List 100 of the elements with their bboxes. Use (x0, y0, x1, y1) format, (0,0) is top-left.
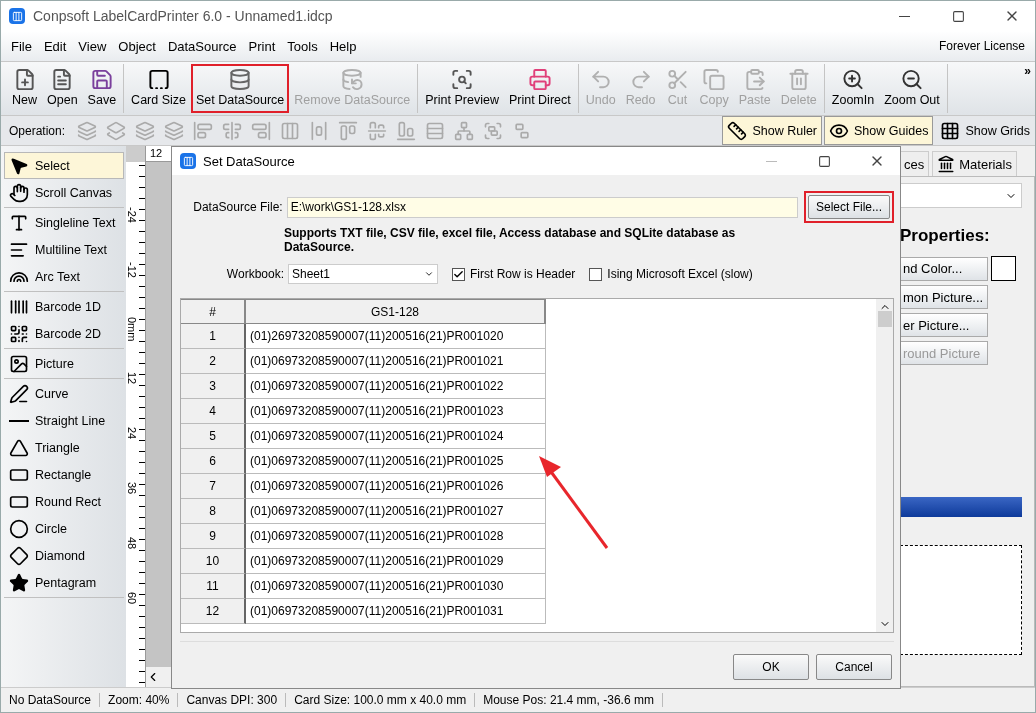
menu-item[interactable]: Help (323, 38, 363, 54)
database-icon (228, 68, 253, 91)
trash-icon (786, 68, 811, 91)
vertical-scrollbar[interactable] (876, 299, 893, 632)
tool-item[interactable]: Singleline Text (4, 209, 124, 236)
panel-tab[interactable]: ces (899, 151, 930, 176)
toolbar-button[interactable]: Set DataSource (191, 64, 290, 113)
maximize-icon (817, 154, 831, 168)
scrollbar-thumb[interactable] (877, 311, 892, 327)
toolbar-button[interactable]: Open (42, 64, 83, 113)
property-button[interactable]: er Picture... (900, 313, 988, 337)
status-item: Mouse Pos: 21.4 mm, -36.6 mm (475, 693, 663, 707)
tool-item[interactable]: Multiline Text (4, 236, 124, 263)
layers-icon[interactable] (164, 120, 185, 141)
property-button[interactable]: mon Picture... (900, 285, 988, 309)
ruler-label: 60 (126, 592, 137, 605)
property-button[interactable]: nd Color... (900, 256, 988, 281)
app-logo-icon (9, 8, 25, 24)
ruler-label: 0mm (126, 317, 137, 342)
align-bottom-icon[interactable] (396, 120, 417, 141)
row-number: 10 (181, 549, 246, 574)
group-icon[interactable] (483, 120, 504, 141)
menu-item[interactable]: Object (112, 38, 162, 54)
tool-item[interactable]: Scroll Canvas (4, 179, 124, 206)
checkbox[interactable] (452, 267, 465, 281)
align-center-icon[interactable] (222, 120, 243, 141)
tool-item[interactable]: Circle (4, 515, 124, 542)
menu-item[interactable]: Edit (37, 38, 73, 54)
row-number: 8 (181, 499, 246, 524)
file-path-field[interactable]: E:\work\GS1-128.xlsx (286, 196, 798, 218)
align-middle-icon[interactable] (367, 120, 388, 141)
tree-icon[interactable] (454, 120, 475, 141)
square-icon (146, 68, 171, 91)
menu-item[interactable]: Tools (281, 38, 324, 54)
layers-icon[interactable] (135, 120, 156, 141)
printer-icon (527, 68, 552, 91)
minimize-icon (898, 15, 910, 17)
workbook-dropdown[interactable]: Sheet1 (288, 264, 438, 284)
triangle-icon (9, 437, 29, 458)
tool-item[interactable]: Picture (4, 350, 124, 377)
dialog-title: Set DataSource (203, 153, 296, 169)
ruler-icon (727, 120, 748, 141)
tool-item[interactable]: Curve (4, 380, 124, 407)
overflow-button[interactable]: » (1024, 64, 1031, 78)
row-number: 5 (181, 424, 246, 449)
status-item: Zoom: 40% (100, 693, 179, 707)
toggle-button[interactable]: Show Guides (824, 116, 934, 145)
menu-item[interactable]: File (5, 38, 38, 54)
toolbar-button[interactable]: ZoomIn (826, 64, 880, 113)
row-number: 2 (181, 349, 246, 374)
diamond-icon (9, 545, 29, 566)
tool-item[interactable]: Select (4, 152, 124, 179)
color-swatch[interactable] (991, 256, 1016, 281)
rows-icon[interactable] (425, 120, 446, 141)
columns-icon[interactable] (280, 120, 301, 141)
select-file-button[interactable]: Select File... (803, 191, 894, 223)
toolbar-button[interactable]: Print Preview (420, 64, 504, 113)
menu-item[interactable]: Print (242, 38, 282, 54)
tool-item[interactable]: Rectangle (4, 461, 124, 488)
menu-item[interactable]: View (72, 38, 113, 54)
toolbar-button[interactable]: Card Size (126, 64, 191, 113)
tool-item[interactable]: Arc Text (4, 263, 124, 290)
table-cell: (01)06973208590007(11)200516(21)PR001021 (246, 349, 546, 374)
ruler-label: 36 (126, 482, 137, 495)
ruler-label: 48 (126, 537, 137, 550)
table-cell: (01)06973208590007(11)200516(21)PR001027 (246, 499, 546, 524)
toggle-button[interactable]: Show Ruler (722, 116, 823, 145)
hand-icon (9, 182, 29, 203)
panel-tab[interactable]: Materials (932, 151, 1017, 176)
tool-item[interactable]: Barcode 2D (4, 320, 124, 347)
database-icon (340, 68, 365, 91)
layers-icon[interactable] (106, 120, 127, 141)
toolbar-button[interactable]: Print Direct (503, 64, 576, 113)
tool-item[interactable]: Round Rect (4, 488, 124, 515)
toolbar-button[interactable]: Save (82, 64, 122, 113)
align-left-icon[interactable] (193, 120, 214, 141)
tool-item[interactable]: Barcode 1D (4, 293, 124, 320)
toggle-button[interactable]: Show Grids (935, 116, 1035, 145)
checkbox[interactable] (589, 267, 603, 281)
dropdown[interactable] (900, 183, 1022, 208)
menu-item[interactable]: DataSource (161, 38, 243, 54)
tool-item[interactable]: Triangle (4, 434, 124, 461)
ruler-label: 24 (126, 427, 137, 440)
grid-icon (940, 120, 961, 141)
row-number: 4 (181, 399, 246, 424)
cancel-button[interactable]: Cancel (816, 653, 892, 680)
ok-button[interactable]: OK (733, 653, 809, 680)
align-right-icon[interactable] (251, 120, 272, 141)
align-top-icon[interactable] (338, 120, 359, 141)
tool-item[interactable]: Diamond (4, 542, 124, 569)
spacing-icon[interactable] (309, 120, 330, 141)
tool-item[interactable]: Pentagram (4, 569, 124, 596)
tool-item[interactable]: Straight Line (4, 407, 124, 434)
printer-magnifier-icon (450, 68, 475, 91)
toolbar-button[interactable]: Zoom Out (879, 64, 945, 113)
row-number: 11 (181, 574, 246, 599)
table-cell: (01)06973208590007(11)200516(21)PR001022 (246, 374, 546, 399)
layers-icon[interactable] (77, 120, 98, 141)
toolbar-button[interactable]: New (7, 64, 42, 113)
table-cell: (01)06973208590007(11)200516(21)PR001029 (246, 549, 546, 574)
